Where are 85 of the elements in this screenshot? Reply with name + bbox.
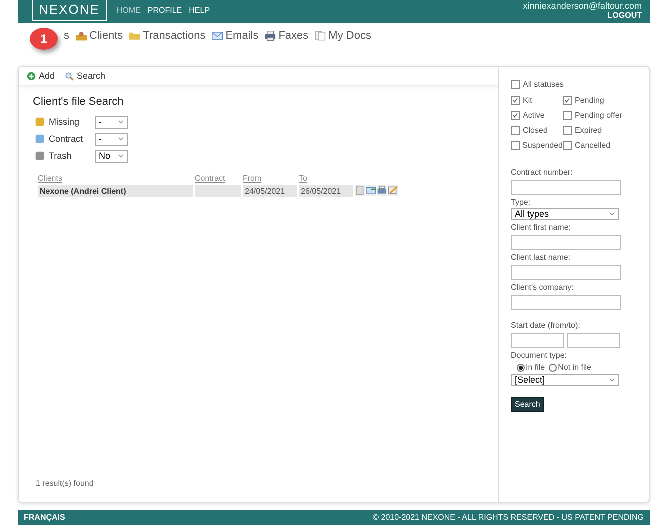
menu-link[interactable]: HELP: [189, 6, 210, 15]
step-badge: 1: [30, 28, 58, 50]
filter-label: Trash: [49, 151, 73, 161]
filter-label: Missing: [49, 117, 81, 127]
checkbox[interactable]: [563, 111, 572, 120]
field-label: Client's company:: [511, 283, 575, 293]
nav-link[interactable]: s: [64, 28, 70, 43]
company-field[interactable]: [511, 295, 621, 310]
checkbox-label: Kit: [523, 96, 532, 105]
checkbox[interactable]: [563, 141, 572, 150]
nav-link[interactable]: Emails: [212, 28, 259, 43]
checkbox[interactable]: [563, 96, 572, 105]
column-header-link[interactable]: Clients: [38, 174, 62, 183]
field-label: Type:: [511, 198, 532, 208]
document-icon[interactable]: [355, 185, 365, 196]
checkbox[interactable]: [511, 96, 520, 105]
caret-icon: [609, 212, 615, 216]
toolbar-button[interactable]: Add: [27, 71, 56, 81]
checkbox-label: Cancelled: [575, 141, 611, 150]
table-cell: 24/05/2021: [243, 185, 297, 197]
field-label: Client first name:: [511, 223, 572, 233]
field-label: Start date (from/to):: [511, 321, 582, 331]
checkbox-label: All statuses: [523, 80, 564, 89]
field-label: Document type:: [511, 351, 568, 361]
logo[interactable]: NEXONE: [32, 0, 107, 21]
page-title: Client's file Search: [33, 96, 125, 108]
checkbox-label: Active: [523, 111, 545, 120]
checkbox[interactable]: [563, 126, 572, 135]
checkbox-label: Closed: [523, 126, 548, 135]
search-icon: [65, 72, 74, 80]
person-icon: [76, 30, 86, 40]
checkbox-label: Pending: [575, 96, 604, 105]
checkbox-label: Pending offer: [575, 111, 622, 120]
nav-link[interactable]: My Docs: [314, 28, 372, 43]
checkbox-label: Expired: [575, 126, 602, 135]
column-header-link[interactable]: To: [299, 174, 308, 183]
add-icon: [27, 72, 36, 80]
printer-icon[interactable]: [377, 185, 387, 196]
email-icon[interactable]: [366, 185, 376, 196]
radio-button[interactable]: [549, 364, 558, 372]
column-header-link[interactable]: Contract: [195, 174, 226, 183]
search-button[interactable]: Search: [511, 397, 544, 412]
caret-icon: [609, 378, 615, 382]
table-cell: Nexone (Andrei Client): [38, 185, 193, 197]
document-type-select[interactable]: [Select]: [511, 374, 619, 386]
contract-number-field[interactable]: [511, 180, 621, 195]
start-date-field[interactable]: [511, 333, 564, 348]
checkbox[interactable]: [511, 141, 520, 150]
language-link[interactable]: FRANÇAIS: [24, 513, 66, 522]
checkbox-label: Suspended: [522, 141, 563, 150]
radio-label: Not in file: [558, 363, 592, 372]
documents-icon: [314, 30, 326, 40]
toolbar-button[interactable]: Search: [65, 71, 106, 81]
menu-link[interactable]: PROFILE: [148, 6, 182, 15]
radio-button[interactable]: [517, 364, 525, 372]
result-count: 1 result(s) found: [36, 479, 95, 488]
filter-label: Contract: [49, 134, 84, 144]
printer-icon: [264, 30, 276, 40]
edit-icon[interactable]: [388, 185, 398, 196]
radio-label: In file: [526, 363, 546, 372]
type-select[interactable]: All types: [511, 208, 619, 220]
filter-select[interactable]: -: [95, 132, 128, 146]
field-label: Client last name:: [511, 253, 572, 263]
checkbox[interactable]: [511, 126, 520, 135]
caret-icon: [118, 120, 124, 124]
table-cell: [195, 185, 241, 197]
caret-icon: [118, 154, 124, 158]
field-label: Contract number:: [511, 168, 574, 178]
user-email: xinniexanderson@faltour.com: [523, 1, 642, 11]
first-name-field[interactable]: [511, 235, 621, 250]
checkbox[interactable]: [511, 111, 520, 120]
filter-select[interactable]: No: [95, 150, 128, 162]
nav-link[interactable]: Clients: [76, 28, 124, 43]
checkbox[interactable]: [511, 80, 520, 89]
copyright-text: © 2010-2021 NEXONE - ALL RIGHTS RESERVED - US PATENT PENDING: [373, 513, 644, 522]
folder-icon: [129, 30, 140, 40]
table-cell: 26/05/2021: [299, 185, 353, 197]
last-name-field[interactable]: [511, 265, 621, 280]
end-date-field[interactable]: [567, 333, 620, 348]
nav-link[interactable]: Faxes: [264, 28, 309, 43]
nav-link[interactable]: Transactions: [129, 28, 206, 43]
caret-icon: [118, 137, 124, 141]
envelope-icon: [212, 30, 223, 40]
filter-select[interactable]: -: [95, 116, 128, 128]
logout-link[interactable]: LOGOUT: [608, 11, 642, 21]
